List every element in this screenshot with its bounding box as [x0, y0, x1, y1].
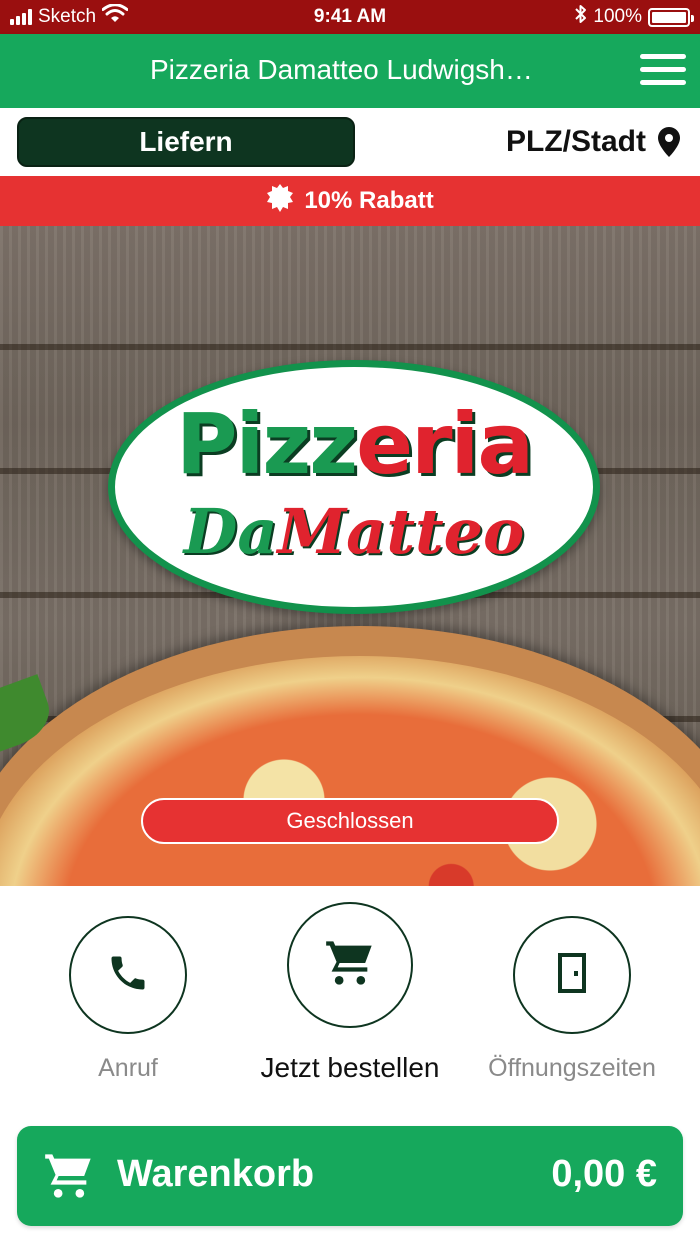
- cart-total: 0,00 €: [551, 1153, 657, 1195]
- location-pin-icon: [658, 127, 680, 157]
- delivery-options-row: Liefern PLZ/Stadt: [0, 108, 700, 176]
- discount-text: 10% Rabatt: [304, 187, 434, 214]
- phone-icon: [106, 951, 150, 1000]
- cart-button[interactable]: Warenkorb 0,00 €: [17, 1126, 683, 1226]
- call-label: Anruf: [98, 1054, 158, 1082]
- location-selector[interactable]: PLZ/Stadt: [506, 122, 680, 162]
- restaurant-logo: Pizzeria DaMatteo: [108, 360, 600, 614]
- call-button[interactable]: Anruf: [48, 916, 208, 1083]
- opening-hours-button[interactable]: Öffnungszeiten: [480, 916, 664, 1083]
- top-navigation-bar: Pizzeria Damatteo Ludwigshafen: [0, 34, 700, 108]
- hours-circle[interactable]: [513, 916, 631, 1034]
- cart-icon: [323, 937, 377, 994]
- logo-line1-green: Pizz: [175, 395, 358, 493]
- discount-banner: 10% Rabatt: [0, 176, 700, 226]
- hero-banner: Pizzeria DaMatteo Geschlossen: [0, 226, 700, 886]
- order-circle[interactable]: [287, 902, 413, 1028]
- logo-line2-green: Da: [183, 495, 278, 568]
- logo-line1: Pizzeria: [115, 395, 593, 493]
- cart-icon: [43, 1150, 95, 1207]
- action-buttons: Anruf Jetzt bestellen Öffnungszeiten: [0, 886, 700, 1122]
- badge-icon: [266, 183, 294, 219]
- order-label: Jetzt bestellen: [260, 1052, 440, 1083]
- bluetooth-icon: [575, 4, 587, 30]
- battery-icon: [648, 7, 694, 27]
- status-right: 100%: [575, 4, 694, 30]
- call-circle[interactable]: [69, 916, 187, 1034]
- door-icon: [557, 952, 587, 998]
- restaurant-title: Pizzeria Damatteo Ludwigshafen: [150, 54, 540, 85]
- logo-line2: DaMatteo: [115, 495, 593, 568]
- location-label: PLZ/Stadt: [506, 125, 646, 158]
- hours-label: Öffnungszeiten: [488, 1054, 656, 1082]
- cart-label: Warenkorb: [117, 1153, 315, 1195]
- battery-percentage: 100%: [593, 6, 642, 27]
- order-now-button[interactable]: Jetzt bestellen: [240, 902, 460, 1084]
- hamburger-menu-icon[interactable]: [640, 54, 686, 88]
- status-badge: Geschlossen: [141, 798, 559, 844]
- deliver-button[interactable]: Liefern: [17, 117, 355, 167]
- status-bar: Sketch 9:41 AM 100%: [0, 0, 700, 34]
- logo-line1-red: eria: [356, 395, 534, 493]
- logo-line2-red: Matteo: [277, 495, 525, 568]
